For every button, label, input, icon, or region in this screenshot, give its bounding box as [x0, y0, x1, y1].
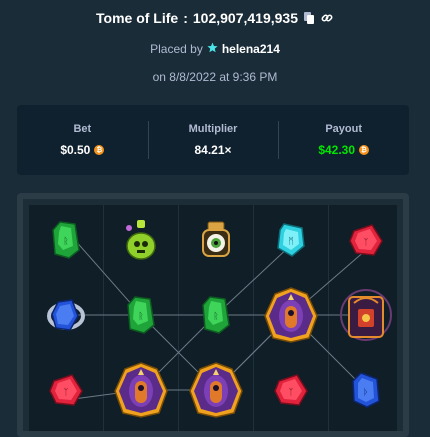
blue-gem-symbol: ᚦ [336, 360, 396, 420]
green-gem-symbol: ᚱ [36, 210, 96, 270]
green-gem-symbol: ᚱ [111, 285, 171, 345]
eyeball-symbol [186, 210, 246, 270]
username[interactable]: helena214 [222, 42, 280, 56]
btc-coin-icon: ₿ [94, 145, 105, 155]
bet-value: $0.50 [60, 143, 91, 157]
stats-panel: Bet $0.50 ₿ Multiplier 84.21× Payout $42… [17, 105, 409, 175]
svg-text:ᛉ: ᛉ [288, 387, 293, 398]
game-board: ᚱ ᛗ ᛉ ᚱ ᚱ ᛉ ᛉ ᚦ [17, 193, 409, 437]
potion-symbol [111, 210, 171, 270]
bet-date: on 8/8/2022 at 9:36 PM [152, 70, 278, 84]
cyan-gem-symbol: ᛗ [261, 210, 321, 270]
copy-icon[interactable] [303, 12, 316, 25]
svg-text:ᛉ: ᛉ [63, 387, 68, 398]
game-name[interactable]: Tome of Life [96, 10, 178, 26]
tome-book-symbol [336, 285, 396, 345]
btc-coin-icon: ₿ [359, 145, 370, 155]
star-icon [207, 42, 218, 56]
svg-text:ᛗ: ᛗ [288, 236, 293, 247]
payout-label: Payout [325, 123, 363, 135]
svg-text:ᚱ: ᚱ [213, 311, 218, 322]
pharaoh-wild-symbol [111, 360, 171, 420]
red-gem-symbol: ᛉ [261, 360, 321, 420]
multiplier-label: Multiplier [188, 123, 238, 135]
red-gem-symbol: ᛉ [336, 210, 396, 270]
pharaoh-wild-symbol [261, 285, 321, 345]
link-icon[interactable] [321, 12, 334, 25]
bet-title-row: Tome of Life: 102,907,419,935 [0, 8, 430, 28]
stat-bet: Bet $0.50 ₿ [17, 105, 148, 175]
svg-text:ᛉ: ᛉ [363, 237, 368, 248]
reels-area: ᚱ ᛗ ᛉ ᚱ ᚱ ᛉ ᛉ ᚦ [29, 205, 397, 431]
svg-text:ᚱ: ᚱ [63, 236, 68, 247]
stat-multiplier: Multiplier 84.21× [147, 105, 279, 175]
svg-text:ᚱ: ᚱ [138, 311, 143, 322]
placed-by: Placed by helena214 [0, 42, 430, 56]
placed-by-label: Placed by [150, 42, 203, 56]
bet-id: 102,907,419,935 [192, 10, 298, 26]
bet-label: Bet [73, 123, 92, 135]
green-gem-symbol: ᚱ [186, 285, 246, 345]
pharaoh-wild-symbol [186, 360, 246, 420]
red-gem-symbol: ᛉ [36, 360, 96, 420]
stat-payout: Payout $42.30 ₿ [278, 105, 409, 175]
payout-value: $42.30 [318, 143, 356, 157]
blue-ring-symbol [36, 285, 96, 345]
multiplier-value: 84.21× [194, 143, 232, 157]
svg-text:ᚦ: ᚦ [363, 387, 368, 398]
